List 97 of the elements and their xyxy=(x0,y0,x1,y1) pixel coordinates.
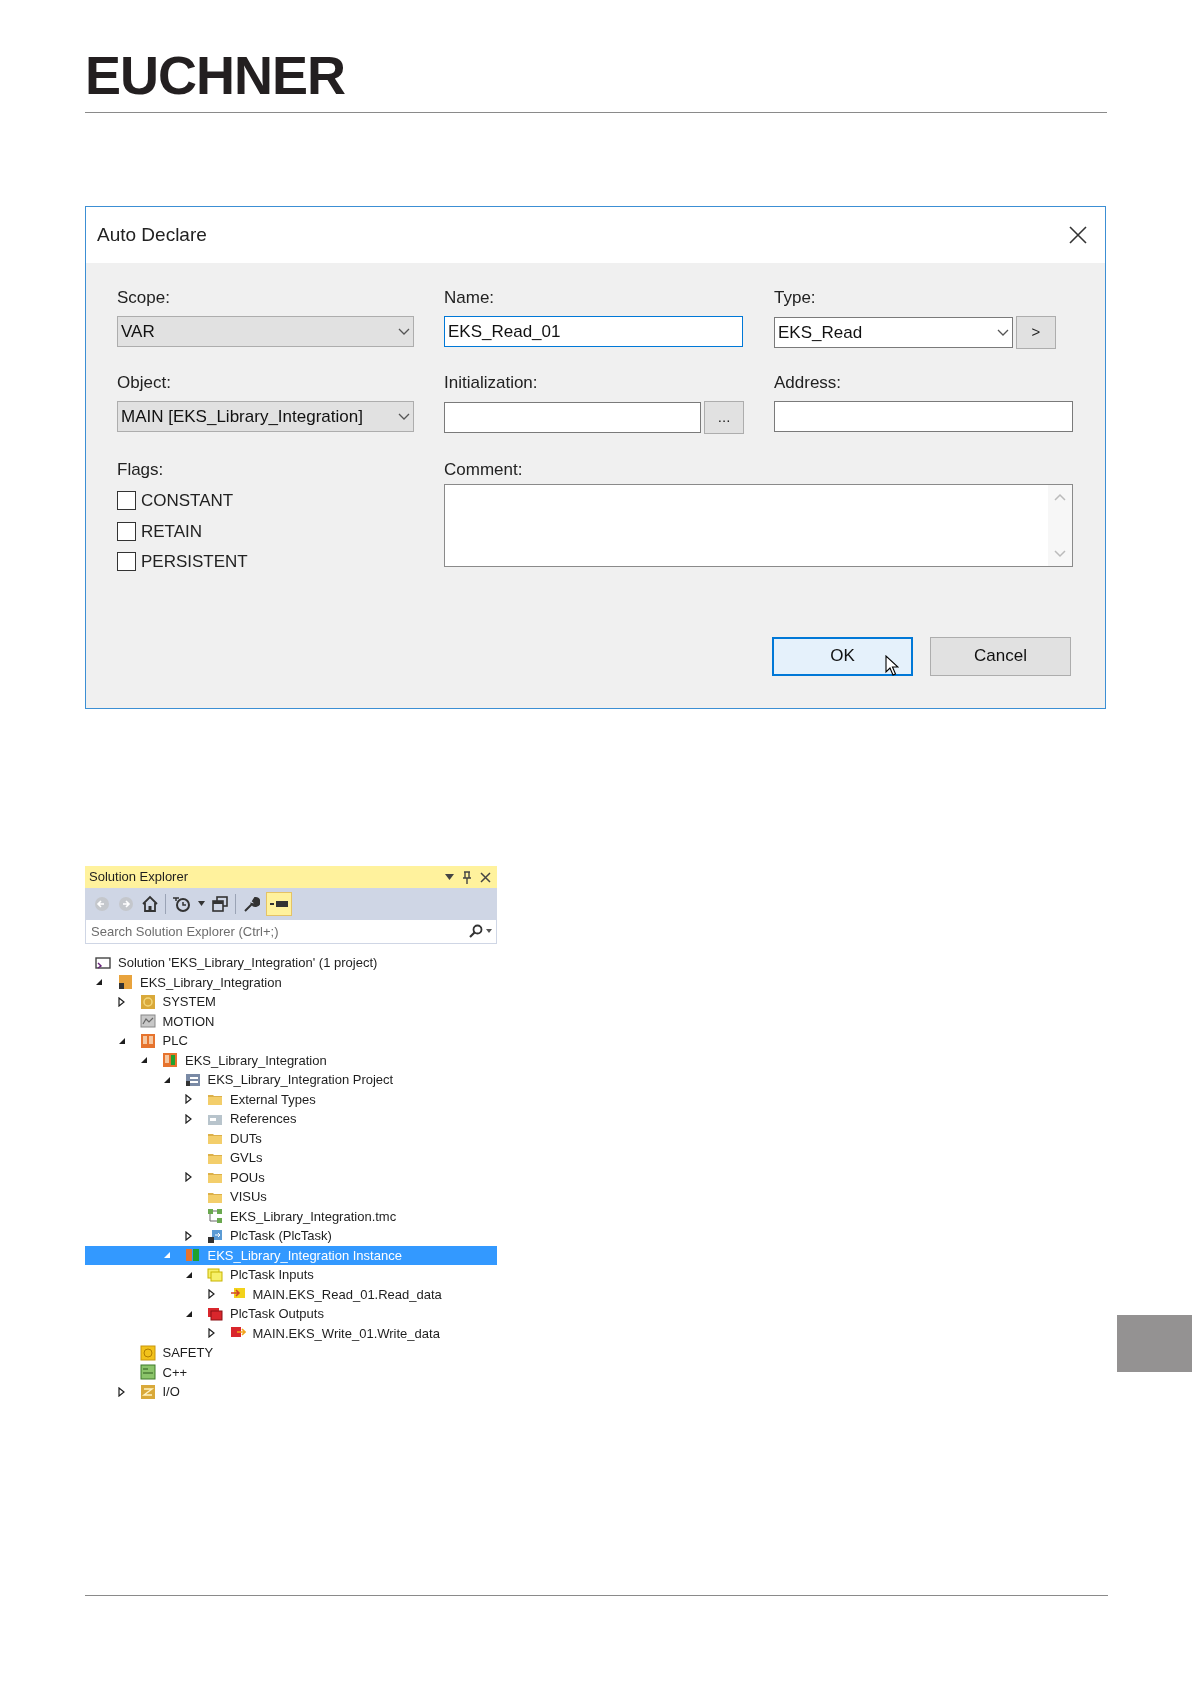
tree-item[interactable]: External Types xyxy=(85,1089,497,1109)
tree-item[interactable]: Solution 'EKS_Library_Integration' (1 project) xyxy=(85,953,497,973)
expanded-arrow-icon[interactable] xyxy=(185,1270,193,1279)
tree-item[interactable]: EKS_Library_Integration Project xyxy=(85,1070,497,1090)
panel-title: Solution Explorer xyxy=(89,868,188,887)
input-field[interactable] xyxy=(444,402,702,433)
tree-item[interactable]: MAIN.EKS_Write_01.Write_data xyxy=(85,1323,497,1343)
chevron-down-icon xyxy=(997,328,1009,337)
plc-icon xyxy=(139,1032,156,1049)
search-field[interactable]: Search Solution Explorer (Ctrl+;) xyxy=(85,919,497,944)
collapsed-arrow-icon[interactable] xyxy=(185,1230,192,1241)
tree-item[interactable]: SYSTEM xyxy=(85,992,497,1012)
io-icon xyxy=(139,1383,156,1400)
dropdown-icon[interactable] xyxy=(486,929,492,933)
checkbox-option[interactable]: PERSISTENT xyxy=(117,549,248,575)
collapsed-arrow-icon[interactable] xyxy=(185,1113,192,1124)
dropdown[interactable]: VAR xyxy=(117,316,414,347)
tree-item[interactable]: PLC xyxy=(85,1031,497,1051)
project-icon xyxy=(117,974,133,991)
instance-icon xyxy=(184,1247,201,1264)
collapsed-arrow-icon[interactable] xyxy=(207,1328,215,1339)
tree-item[interactable]: PlcTask (PlcTask) xyxy=(85,1226,497,1246)
wrench-icon[interactable] xyxy=(242,894,260,913)
tree-item[interactable]: VISUs xyxy=(85,1187,497,1207)
tree-item[interactable]: DUTs xyxy=(85,1128,497,1148)
checkbox[interactable] xyxy=(117,552,136,572)
inputs-icon xyxy=(207,1266,223,1283)
browse-type-button[interactable]: > xyxy=(1016,316,1056,349)
chevron-down-icon xyxy=(398,412,410,421)
field-label: Comment: xyxy=(444,459,524,481)
input-field[interactable]: EKS_Read_01 xyxy=(444,316,743,347)
solution-icon xyxy=(95,954,111,971)
collapsed-arrow-icon[interactable] xyxy=(117,1386,125,1397)
search-icon[interactable] xyxy=(469,924,483,938)
tree-item[interactable]: PlcTask Inputs xyxy=(85,1265,497,1285)
task-icon xyxy=(207,1227,223,1244)
cpp-icon xyxy=(139,1364,156,1381)
tree-item[interactable]: I/O xyxy=(85,1382,497,1402)
tree-item[interactable]: EKS_Library_Integration.tmc xyxy=(85,1206,497,1226)
pin-icon[interactable] xyxy=(462,870,472,884)
logo: EUCHNER xyxy=(85,46,346,104)
expanded-arrow-icon[interactable] xyxy=(95,978,103,987)
dialog-button[interactable]: OK xyxy=(772,636,913,676)
motion-icon xyxy=(139,1013,156,1030)
expanded-arrow-icon[interactable] xyxy=(162,1075,171,1084)
tree-item[interactable]: MAIN.EKS_Read_01.Read_data xyxy=(85,1284,497,1304)
combo-box[interactable]: EKS_Read xyxy=(774,317,1013,348)
tree-item[interactable]: GVLs xyxy=(85,1148,497,1168)
preview-toggle-button[interactable] xyxy=(266,891,292,916)
tree-item[interactable]: SAFETY xyxy=(85,1343,497,1363)
safety-icon xyxy=(139,1344,156,1361)
system-icon xyxy=(139,993,156,1010)
browse-button[interactable]: ... xyxy=(704,401,744,434)
input-field[interactable] xyxy=(774,401,1073,432)
checkbox[interactable] xyxy=(117,491,136,511)
dropdown-icon[interactable] xyxy=(445,874,454,880)
dialog-button[interactable]: Cancel xyxy=(930,636,1071,676)
expanded-arrow-icon[interactable] xyxy=(185,1309,193,1318)
dash-icon xyxy=(270,900,288,907)
expanded-arrow-icon[interactable] xyxy=(117,1036,126,1045)
tree-item[interactable]: C++ xyxy=(85,1362,497,1382)
field-label: Object: xyxy=(117,372,172,394)
tree-item[interactable]: POUs xyxy=(85,1167,497,1187)
tree-item[interactable]: EKS_Library_Integration xyxy=(85,972,497,992)
chevron-down-icon xyxy=(398,327,410,336)
tree-item[interactable]: EKS_Library_Integration xyxy=(85,1050,497,1070)
dropdown[interactable]: MAIN [EKS_Library_Integration] xyxy=(117,401,414,432)
outputs-icon xyxy=(207,1305,223,1322)
plc-icon xyxy=(162,1052,178,1069)
tree-item[interactable]: PlcTask Outputs xyxy=(85,1304,497,1324)
clock-icon[interactable] xyxy=(172,894,192,913)
close-icon[interactable] xyxy=(480,871,491,883)
windows-icon[interactable] xyxy=(211,894,229,913)
collapsed-arrow-icon[interactable] xyxy=(185,1172,192,1183)
code-icon xyxy=(184,1071,201,1088)
tree-item[interactable]: References xyxy=(85,1109,497,1129)
field-label: Type: xyxy=(774,287,817,309)
diagram-icon xyxy=(207,1208,223,1225)
field-label: Address: xyxy=(774,372,843,394)
collapsed-arrow-icon[interactable] xyxy=(117,996,125,1007)
dropdown-icon[interactable] xyxy=(198,901,205,906)
checkbox-option[interactable]: CONSTANT xyxy=(117,488,234,514)
mouse-pointer-icon xyxy=(885,654,899,677)
expanded-arrow-icon[interactable] xyxy=(140,1056,148,1065)
collapsed-arrow-icon[interactable] xyxy=(207,1289,215,1300)
field-label: Initialization: xyxy=(444,372,539,394)
comment-field[interactable] xyxy=(444,484,1073,567)
tree-item[interactable]: MOTION xyxy=(85,1011,497,1031)
field-label: Flags: xyxy=(117,459,165,481)
field-label: Name: xyxy=(444,287,496,309)
close-icon[interactable] xyxy=(1069,226,1087,244)
window-title: Auto Declare xyxy=(97,222,207,247)
home-icon[interactable] xyxy=(141,894,159,913)
checkbox[interactable] xyxy=(117,521,136,541)
field-label: Scope: xyxy=(117,287,171,309)
collapsed-arrow-icon[interactable] xyxy=(185,1094,192,1105)
checkbox-option[interactable]: RETAIN xyxy=(117,518,203,544)
